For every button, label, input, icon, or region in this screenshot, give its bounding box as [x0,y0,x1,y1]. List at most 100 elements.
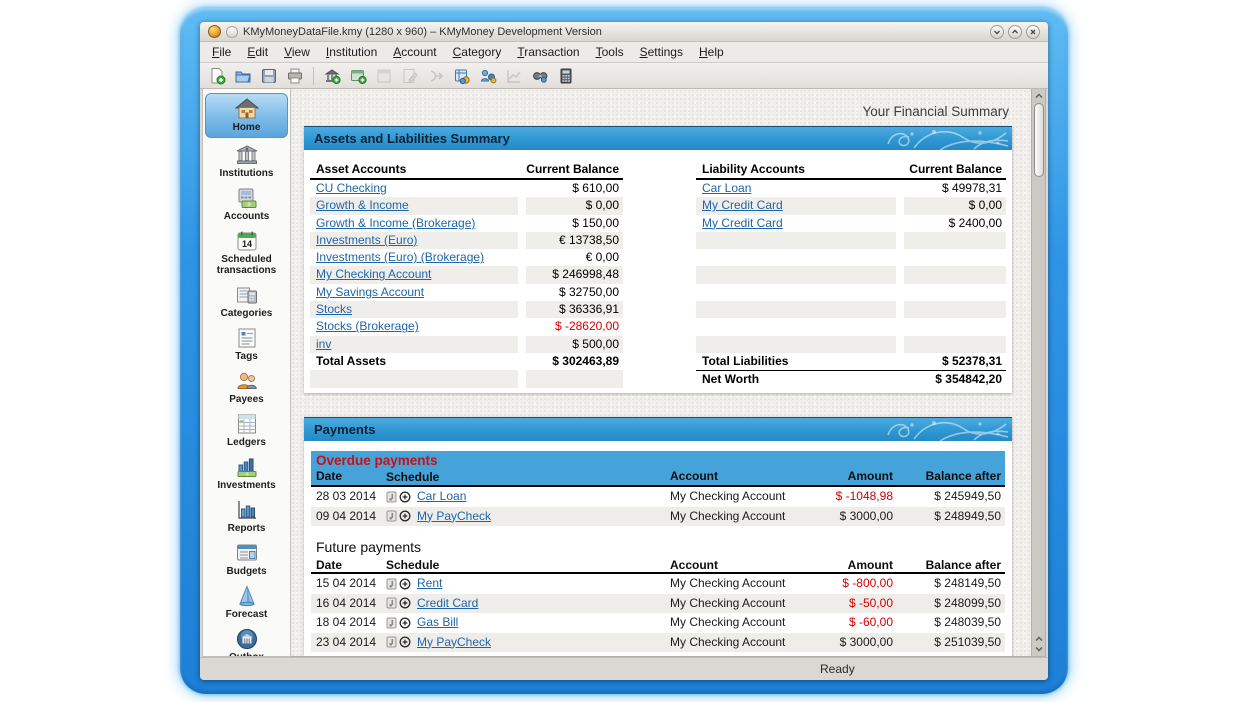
account-link[interactable]: My Credit Card [702,198,783,212]
enter-schedule-icon[interactable] [399,510,411,522]
edit-schedule-button[interactable] [399,65,421,87]
schedule-link[interactable]: Car Loan [417,487,466,507]
menu-category[interactable]: Category [445,43,510,61]
account-link[interactable]: Investments (Euro) [316,233,417,247]
sidebar-item-payees[interactable]: Payees [203,366,290,409]
menu-help[interactable]: Help [691,43,732,61]
open-file-button[interactable] [232,65,254,87]
payees-ledger-button[interactable] [477,65,499,87]
payment-date: 18 04 2014 [311,613,386,633]
account-link[interactable]: inv [316,337,331,351]
account-link[interactable]: Growth & Income (Brokerage) [316,216,475,230]
new-account-button[interactable] [347,65,369,87]
empty-row [310,370,623,387]
enter-schedule-icon[interactable] [399,597,411,609]
new-schedule-button[interactable] [373,65,395,87]
scroll-up-icon[interactable] [1035,92,1043,100]
accounts-icon [235,186,259,210]
maximize-button[interactable] [1008,25,1022,39]
reconcile-button[interactable] [425,65,447,87]
payment-amount: $ 3000,00 [800,633,895,653]
col-date: Date [311,558,386,572]
account-link[interactable]: Car Loan [702,181,751,195]
sidebar-item-tags[interactable]: Tags [203,323,290,366]
close-button[interactable] [1026,25,1040,39]
account-link[interactable]: CU Checking [316,181,387,195]
flourish-decoration [882,127,1012,150]
sidebar-item-budgets[interactable]: Budgets [203,538,290,581]
schedule-link[interactable]: My PayCheck [417,507,491,527]
scheduled-transactions-icon: 14 [235,229,259,253]
scrollbar-thumb[interactable] [1034,103,1044,177]
menu-account[interactable]: Account [385,43,444,61]
schedule-link[interactable]: My PayCheck [417,633,491,653]
overdue-payments-title: Overdue payments [311,453,1005,469]
enter-schedule-icon[interactable] [399,578,411,590]
minimize-icon [993,28,1001,36]
schedule-link[interactable]: Rent [417,574,442,594]
account-link[interactable]: Stocks [316,302,352,316]
schedule-link[interactable]: Credit Card [417,594,478,614]
overdue-payment-row: 09 04 2014 My PayCheck My Checking Accou… [311,507,1005,527]
account-balance: € 13738,50 [526,232,623,249]
account-link[interactable]: Investments (Euro) (Brokerage) [316,250,484,264]
sidebar-item-accounts[interactable]: Accounts [203,183,290,226]
future-payment-row: 15 04 2014 Rent My Checking Account [311,574,1005,594]
chart-button[interactable] [503,65,525,87]
sidebar-item-outbox[interactable]: Outbox [203,624,290,657]
menu-edit[interactable]: Edit [239,43,276,61]
payment-account: My Checking Account [670,574,800,594]
total-liabilities-row: Total Liabilities $ 52378,31 [696,353,1006,370]
account-link[interactable]: Growth & Income [316,198,409,212]
find-transaction-button[interactable] [529,65,551,87]
menu-view[interactable]: View [276,43,318,61]
menu-transaction[interactable]: Transaction [509,43,587,61]
sidebar-item-forecast[interactable]: Forecast [203,581,290,624]
menu-file[interactable]: File [204,43,239,61]
sidebar-item-reports[interactable]: Reports [203,495,290,538]
enter-schedule-icon[interactable] [399,636,411,648]
minimize-button[interactable] [990,25,1004,39]
skip-schedule-icon[interactable] [386,636,397,648]
account-link[interactable]: My Checking Account [316,267,431,281]
account-link[interactable]: My Credit Card [702,216,783,230]
sidebar-item-ledgers[interactable]: Ledgers [203,409,290,452]
sidebar-item-scheduled[interactable]: 14 Scheduled transactions [203,226,290,280]
skip-schedule-icon[interactable] [386,491,397,503]
vertical-scrollbar[interactable] [1031,89,1045,656]
ledger-button[interactable] [451,65,473,87]
menu-institution[interactable]: Institution [318,43,385,61]
skip-schedule-icon[interactable] [386,578,397,590]
scroll-up-icon[interactable] [1035,635,1043,643]
calculator-icon [557,67,575,85]
skip-schedule-icon[interactable] [386,617,397,629]
payment-date: 15 04 2014 [311,574,386,594]
account-balance: $ 0,00 [904,197,1006,214]
scroll-down-icon[interactable] [1035,645,1043,653]
menu-settings[interactable]: Settings [632,43,691,61]
section-title: Assets and Liabilities Summary [304,131,510,146]
sidebar-item-institutions[interactable]: Institutions [203,140,290,183]
enter-schedule-icon[interactable] [399,491,411,503]
payment-balance-after: $ 248099,50 [895,594,1005,614]
calculator-button[interactable] [555,65,577,87]
new-schedule-icon [375,67,393,85]
sidebar-item-home[interactable]: Home [205,93,288,138]
skip-schedule-icon[interactable] [386,510,397,522]
sidebar-item-categories[interactable]: Categories [203,280,290,323]
menu-tools[interactable]: Tools [588,43,632,61]
account-balance [904,336,1006,353]
app-menu-icon[interactable] [226,26,238,38]
schedule-link[interactable]: Gas Bill [417,613,458,633]
skip-schedule-icon[interactable] [386,597,397,609]
col-date: Date [311,469,386,485]
save-button[interactable] [258,65,280,87]
sidebar-item-investments[interactable]: Investments [203,452,290,495]
print-button[interactable] [284,65,306,87]
new-institution-button[interactable] [321,65,343,87]
open-file-icon [234,67,252,85]
new-file-button[interactable] [206,65,228,87]
enter-schedule-icon[interactable] [399,617,411,629]
account-link[interactable]: Stocks (Brokerage) [316,319,419,333]
account-link[interactable]: My Savings Account [316,285,424,299]
